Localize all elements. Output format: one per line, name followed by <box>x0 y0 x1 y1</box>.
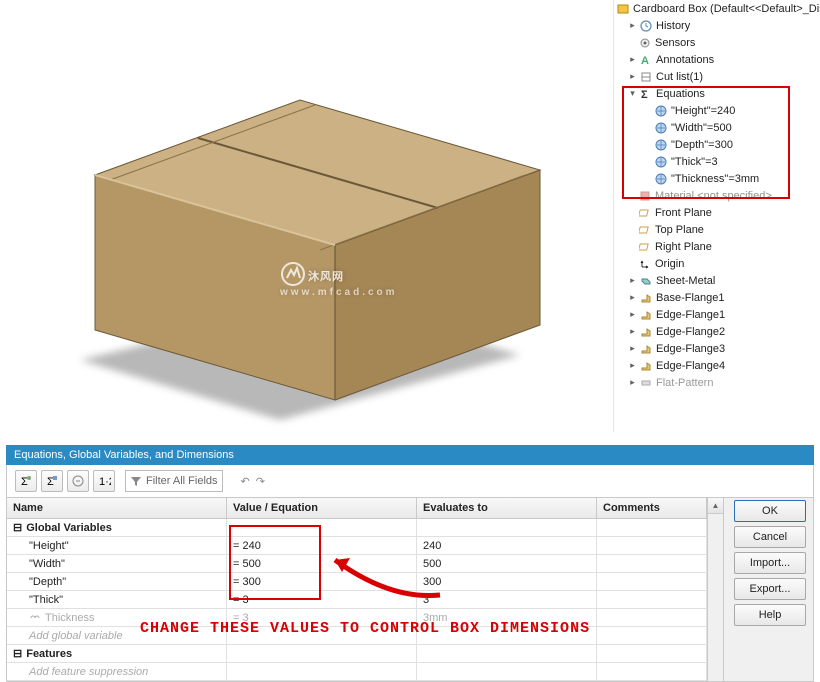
tree-base-flange[interactable]: Base-Flange1 <box>656 292 725 304</box>
import-button[interactable]: Import... <box>734 552 806 574</box>
callout-arrow-icon <box>320 540 450 610</box>
tree-edge-flange4[interactable]: Edge-Flange4 <box>656 360 725 372</box>
eq-view4-button[interactable]: 1·2 <box>93 470 115 492</box>
annotations-icon: A <box>639 53 653 67</box>
filter-placeholder: Filter All Fields <box>146 475 218 487</box>
row-width-comment[interactable] <box>597 555 707 573</box>
row-thick-name[interactable]: "Thick" <box>7 591 227 609</box>
flange-icon <box>639 325 653 339</box>
chevron-icon[interactable]: ▸ <box>628 360 637 371</box>
scroll-up-icon[interactable]: ▲ <box>708 498 723 514</box>
scrollbar[interactable]: ▲ <box>707 498 723 681</box>
highlight-equations <box>622 86 790 199</box>
export-button[interactable]: Export... <box>734 578 806 600</box>
tree-right-plane[interactable]: Right Plane <box>655 241 712 253</box>
sheetmetal-icon <box>639 274 653 288</box>
tree-annotations[interactable]: Annotations <box>656 54 714 66</box>
help-button[interactable]: Help <box>734 604 806 626</box>
cancel-button[interactable]: Cancel <box>734 526 806 548</box>
plane-icon <box>638 223 652 237</box>
row-thick-comment[interactable] <box>597 591 707 609</box>
dialog-buttons: OK Cancel Import... Export... Help <box>734 500 806 626</box>
col-comments[interactable]: Comments <box>597 498 707 519</box>
tree-edge-flange2[interactable]: Edge-Flange2 <box>656 326 725 338</box>
callout-text: CHANGE THESE VALUES TO CONTROL BOX DIMEN… <box>140 620 590 637</box>
row-thickness-name[interactable]: Thickness <box>45 612 95 624</box>
tree-top-plane[interactable]: Top Plane <box>655 224 704 236</box>
eq-view2-button[interactable]: Σ <box>41 470 63 492</box>
tree-flat-pattern[interactable]: Flat-Pattern <box>656 377 713 389</box>
svg-text:Σ: Σ <box>47 476 54 488</box>
tree-sensors[interactable]: Sensors <box>655 37 695 49</box>
svg-text:1·2: 1·2 <box>99 476 111 488</box>
chevron-icon[interactable]: ▸ <box>628 20 637 31</box>
plane-icon <box>638 206 652 220</box>
panel-toolbar: Σ Σ 1·2 Filter All Fields ↶ ↷ <box>6 465 814 498</box>
plane-icon <box>638 240 652 254</box>
row-height-name[interactable]: "Height" <box>7 537 227 555</box>
history-icon <box>639 19 653 33</box>
flange-icon <box>639 359 653 373</box>
ok-button[interactable]: OK <box>734 500 806 522</box>
eq-view3-button[interactable] <box>67 470 89 492</box>
col-value[interactable]: Value / Equation <box>227 498 417 519</box>
redo-icon[interactable]: ↷ <box>256 475 265 488</box>
box-render <box>0 0 613 432</box>
chevron-icon[interactable]: ▸ <box>628 71 637 82</box>
tree-cutlist[interactable]: Cut list(1) <box>656 71 703 83</box>
filter-input[interactable]: Filter All Fields <box>125 470 223 492</box>
col-name[interactable]: Name <box>7 498 227 519</box>
model-viewport[interactable]: 沐风网 www.mfcad.com <box>0 0 613 432</box>
row-width-name[interactable]: "Width" <box>7 555 227 573</box>
feature-tree[interactable]: Cardboard Box (Default<<Default>_Displa … <box>613 0 820 432</box>
panel-title: Equations, Global Variables, and Dimensi… <box>6 445 814 465</box>
flatpattern-icon <box>639 376 653 390</box>
cutlist-icon <box>639 70 653 84</box>
filter-icon <box>130 475 142 487</box>
tree-history[interactable]: History <box>656 20 690 32</box>
tree-front-plane[interactable]: Front Plane <box>655 207 712 219</box>
col-eval[interactable]: Evaluates to <box>417 498 597 519</box>
chevron-icon[interactable]: ▸ <box>628 326 637 337</box>
tree-origin[interactable]: Origin <box>655 258 684 270</box>
chevron-icon[interactable]: ▸ <box>628 343 637 354</box>
chevron-icon[interactable]: ▸ <box>628 309 637 320</box>
part-icon <box>616 2 630 16</box>
flange-icon <box>639 308 653 322</box>
chevron-icon[interactable]: ▸ <box>628 377 637 388</box>
sensors-icon <box>638 36 652 50</box>
undo-icon[interactable]: ↶ <box>241 475 250 488</box>
flange-icon <box>639 342 653 356</box>
flange-icon <box>639 291 653 305</box>
root-label: Cardboard Box (Default<<Default>_Displa <box>633 3 820 15</box>
chevron-icon[interactable]: ▸ <box>628 292 637 303</box>
svg-text:A: A <box>641 55 649 66</box>
chevron-icon[interactable]: ▸ <box>628 275 637 286</box>
svg-text:Σ: Σ <box>21 476 28 488</box>
highlight-values <box>229 525 321 600</box>
sect-features[interactable]: Features <box>26 648 72 660</box>
sect-globals[interactable]: Global Variables <box>26 522 112 534</box>
origin-icon <box>638 257 652 271</box>
add-feature-supp[interactable]: Add feature suppression <box>7 663 227 681</box>
eq-view1-button[interactable]: Σ <box>15 470 37 492</box>
row-depth-name[interactable]: "Depth" <box>7 573 227 591</box>
tree-edge-flange3[interactable]: Edge-Flange3 <box>656 343 725 355</box>
row-thickness-comment[interactable] <box>597 609 707 627</box>
row-depth-comment[interactable] <box>597 573 707 591</box>
link-icon <box>29 613 41 623</box>
tree-sheetmetal[interactable]: Sheet-Metal <box>656 275 715 287</box>
row-height-comment[interactable] <box>597 537 707 555</box>
tree-edge-flange1[interactable]: Edge-Flange1 <box>656 309 725 321</box>
chevron-icon[interactable]: ▸ <box>628 54 637 65</box>
